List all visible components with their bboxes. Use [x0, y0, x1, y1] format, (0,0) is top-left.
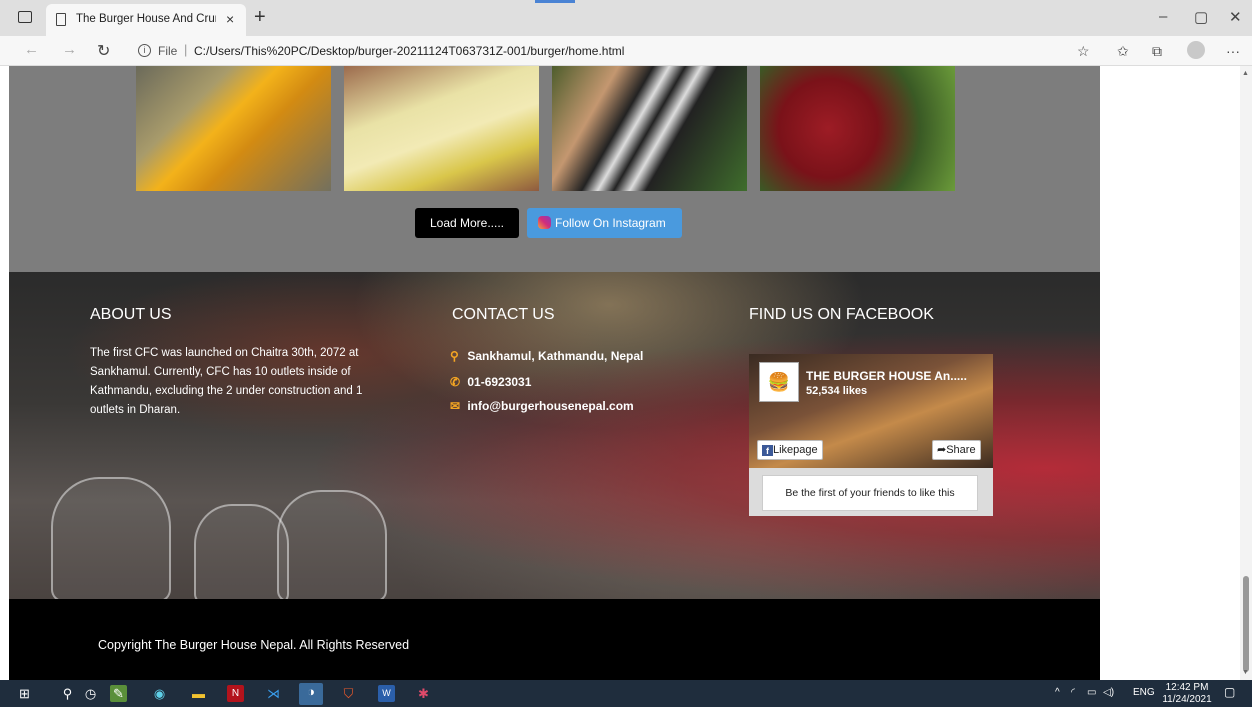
footer-bottom: Copyright The Burger House Nepal. All Ri…	[9, 599, 1100, 680]
back-icon[interactable]: ←	[24, 41, 39, 58]
edge-taskbar-icon[interactable]: ◉	[151, 685, 168, 702]
vscode-icon[interactable]: ⋊	[265, 685, 282, 702]
favorites-icon[interactable]: ✩	[1117, 43, 1129, 60]
facebook-like-button[interactable]: f Likepage	[757, 440, 823, 460]
glass-decoration	[194, 504, 289, 599]
contact-email-text[interactable]: info@burgerhousenepal.com	[467, 399, 633, 413]
clock-time: 12:42 PM	[1165, 682, 1209, 693]
app-icon[interactable]: ✎	[110, 685, 127, 702]
facebook-widget: 🍔 THE BURGER HOUSE An..... 52,534 likes …	[749, 354, 993, 516]
chrome-active-icon[interactable]: ◑	[299, 683, 323, 705]
gallery-photo-drinks[interactable]	[136, 66, 331, 191]
facebook-icon: f	[762, 445, 773, 456]
wifi-icon[interactable]: ◜	[1071, 687, 1075, 698]
url-field[interactable]: i File | C:/Users/This%20PC/Desktop/burg…	[128, 39, 1078, 63]
search-icon[interactable]: ⚲	[59, 685, 76, 702]
facebook-like-label: Likepage	[773, 444, 818, 456]
word-icon[interactable]: W	[378, 685, 395, 702]
url-text[interactable]: C:/Users/This%20PC/Desktop/burger-202111…	[194, 44, 624, 58]
scroll-up-icon[interactable]: ▲	[1242, 70, 1249, 77]
netflix-icon[interactable]: N	[227, 685, 244, 702]
browser-tab[interactable]: The Burger House And Crunchy Fried Chick…	[46, 4, 246, 36]
brave-icon[interactable]: ⛉	[340, 685, 357, 702]
new-tab-button[interactable]: +	[254, 6, 266, 29]
facebook-likes: 52,534 likes	[806, 385, 868, 397]
about-us-text: The first CFC was launched on Chaitra 30…	[90, 347, 363, 416]
facebook-friends-text: Be the first of your friends to like thi…	[762, 475, 978, 511]
battery-icon[interactable]: ▭	[1087, 687, 1096, 698]
contact-address: ⚲ Sankhamul, Kathmandu, Nepal	[450, 349, 643, 363]
more-icon[interactable]: ···	[1226, 43, 1240, 59]
contact-phone: ✆ 01-6923031	[450, 375, 531, 389]
browser-tab-bar: The Burger House And Crunchy Fried Chick…	[0, 0, 1252, 36]
app-icon-extra[interactable]: ✱	[415, 685, 432, 702]
scroll-down-icon[interactable]: ▼	[1242, 669, 1249, 676]
tab-actions-icon[interactable]	[18, 11, 32, 23]
facebook-share-label: Share	[946, 444, 976, 456]
file-explorer-icon[interactable]: ▬	[190, 685, 207, 702]
follow-instagram-label: Follow On Instagram	[555, 216, 666, 230]
gallery-photo-woman-striped[interactable]	[552, 66, 747, 191]
tab-close-icon[interactable]: ×	[226, 11, 234, 27]
address-bar: ← → ↻ i File | C:/Users/This%20PC/Deskto…	[0, 36, 1252, 66]
volume-icon[interactable]: ◁)	[1103, 687, 1114, 698]
window-accent	[535, 0, 575, 3]
copyright-text: Copyright The Burger House Nepal. All Ri…	[98, 638, 410, 652]
scrollbar-thumb[interactable]	[1243, 576, 1249, 672]
facebook-page-logo[interactable]: 🍔	[759, 362, 799, 402]
profile-icon[interactable]	[1187, 41, 1205, 59]
forward-icon[interactable]: →	[62, 41, 77, 58]
facebook-title: FIND US ON FACEBOOK	[749, 306, 934, 323]
facebook-page-name[interactable]: THE BURGER HOUSE An.....	[806, 369, 986, 383]
instagram-icon	[538, 216, 551, 229]
footer-main: ABOUT US The first CFC was launched on C…	[9, 272, 1100, 599]
facebook-cover-photo[interactable]: 🍔 THE BURGER HOUSE An..... 52,534 likes …	[749, 354, 993, 468]
mail-icon: ✉	[450, 399, 461, 413]
system-clock[interactable]: 12:42 PM 11/24/2021	[1161, 682, 1213, 706]
facebook-share-button[interactable]: ➦Share	[932, 440, 981, 460]
read-aloud-icon[interactable]: ☆	[1077, 43, 1090, 60]
page-icon	[56, 13, 66, 26]
taskbar: ⊞ ⚲ ◷ ✎ ◉ ▬ N ⋊ ◑ ⛉ W ✱ ^ ◜ ▭ ◁) ENG 12:…	[0, 680, 1252, 707]
start-icon[interactable]: ⊞	[16, 685, 33, 702]
instagram-gallery: Load More..... Follow On Instagram	[9, 66, 1100, 272]
web-page: Load More..... Follow On Instagram ABOUT…	[9, 66, 1100, 680]
clock-date: 11/24/2021	[1162, 694, 1212, 705]
info-icon[interactable]: i	[138, 44, 151, 57]
gallery-photo-juice[interactable]	[344, 66, 539, 191]
collections-icon[interactable]: ⧉	[1152, 43, 1162, 60]
phone-icon: ✆	[450, 375, 461, 389]
share-icon: ➦	[937, 444, 947, 456]
url-separator: |	[184, 42, 188, 57]
glass-decoration	[277, 490, 387, 599]
reload-icon[interactable]: ↻	[97, 41, 110, 61]
notifications-icon[interactable]: ▢	[1224, 685, 1235, 699]
about-us-title: ABOUT US	[90, 306, 172, 323]
task-view-icon[interactable]: ◷	[82, 685, 99, 702]
location-icon: ⚲	[450, 349, 459, 363]
gallery-photo-woman-red[interactable]	[760, 66, 955, 191]
contact-phone-text: 01-6923031	[467, 375, 532, 389]
page-viewport: Load More..... Follow On Instagram ABOUT…	[0, 66, 1252, 680]
contact-email[interactable]: ✉ info@burgerhousenepal.com	[450, 399, 634, 413]
file-label: File	[158, 44, 178, 58]
close-window-button[interactable]: ✕	[1229, 8, 1242, 26]
follow-instagram-button[interactable]: Follow On Instagram	[527, 208, 682, 238]
load-more-button[interactable]: Load More.....	[415, 208, 519, 238]
minimize-button[interactable]: –	[1159, 8, 1167, 25]
vertical-scrollbar[interactable]: ▲ ▼	[1240, 66, 1252, 680]
contact-address-text: Sankhamul, Kathmandu, Nepal	[467, 349, 644, 363]
contact-us-title: CONTACT US	[452, 306, 555, 323]
tab-title: The Burger House And Crunchy Fried Chick…	[76, 13, 216, 25]
language-indicator[interactable]: ENG	[1133, 687, 1155, 698]
restore-button[interactable]: ▢	[1194, 8, 1208, 26]
glass-decoration	[51, 477, 171, 599]
tray-chevron-icon[interactable]: ^	[1055, 687, 1060, 698]
